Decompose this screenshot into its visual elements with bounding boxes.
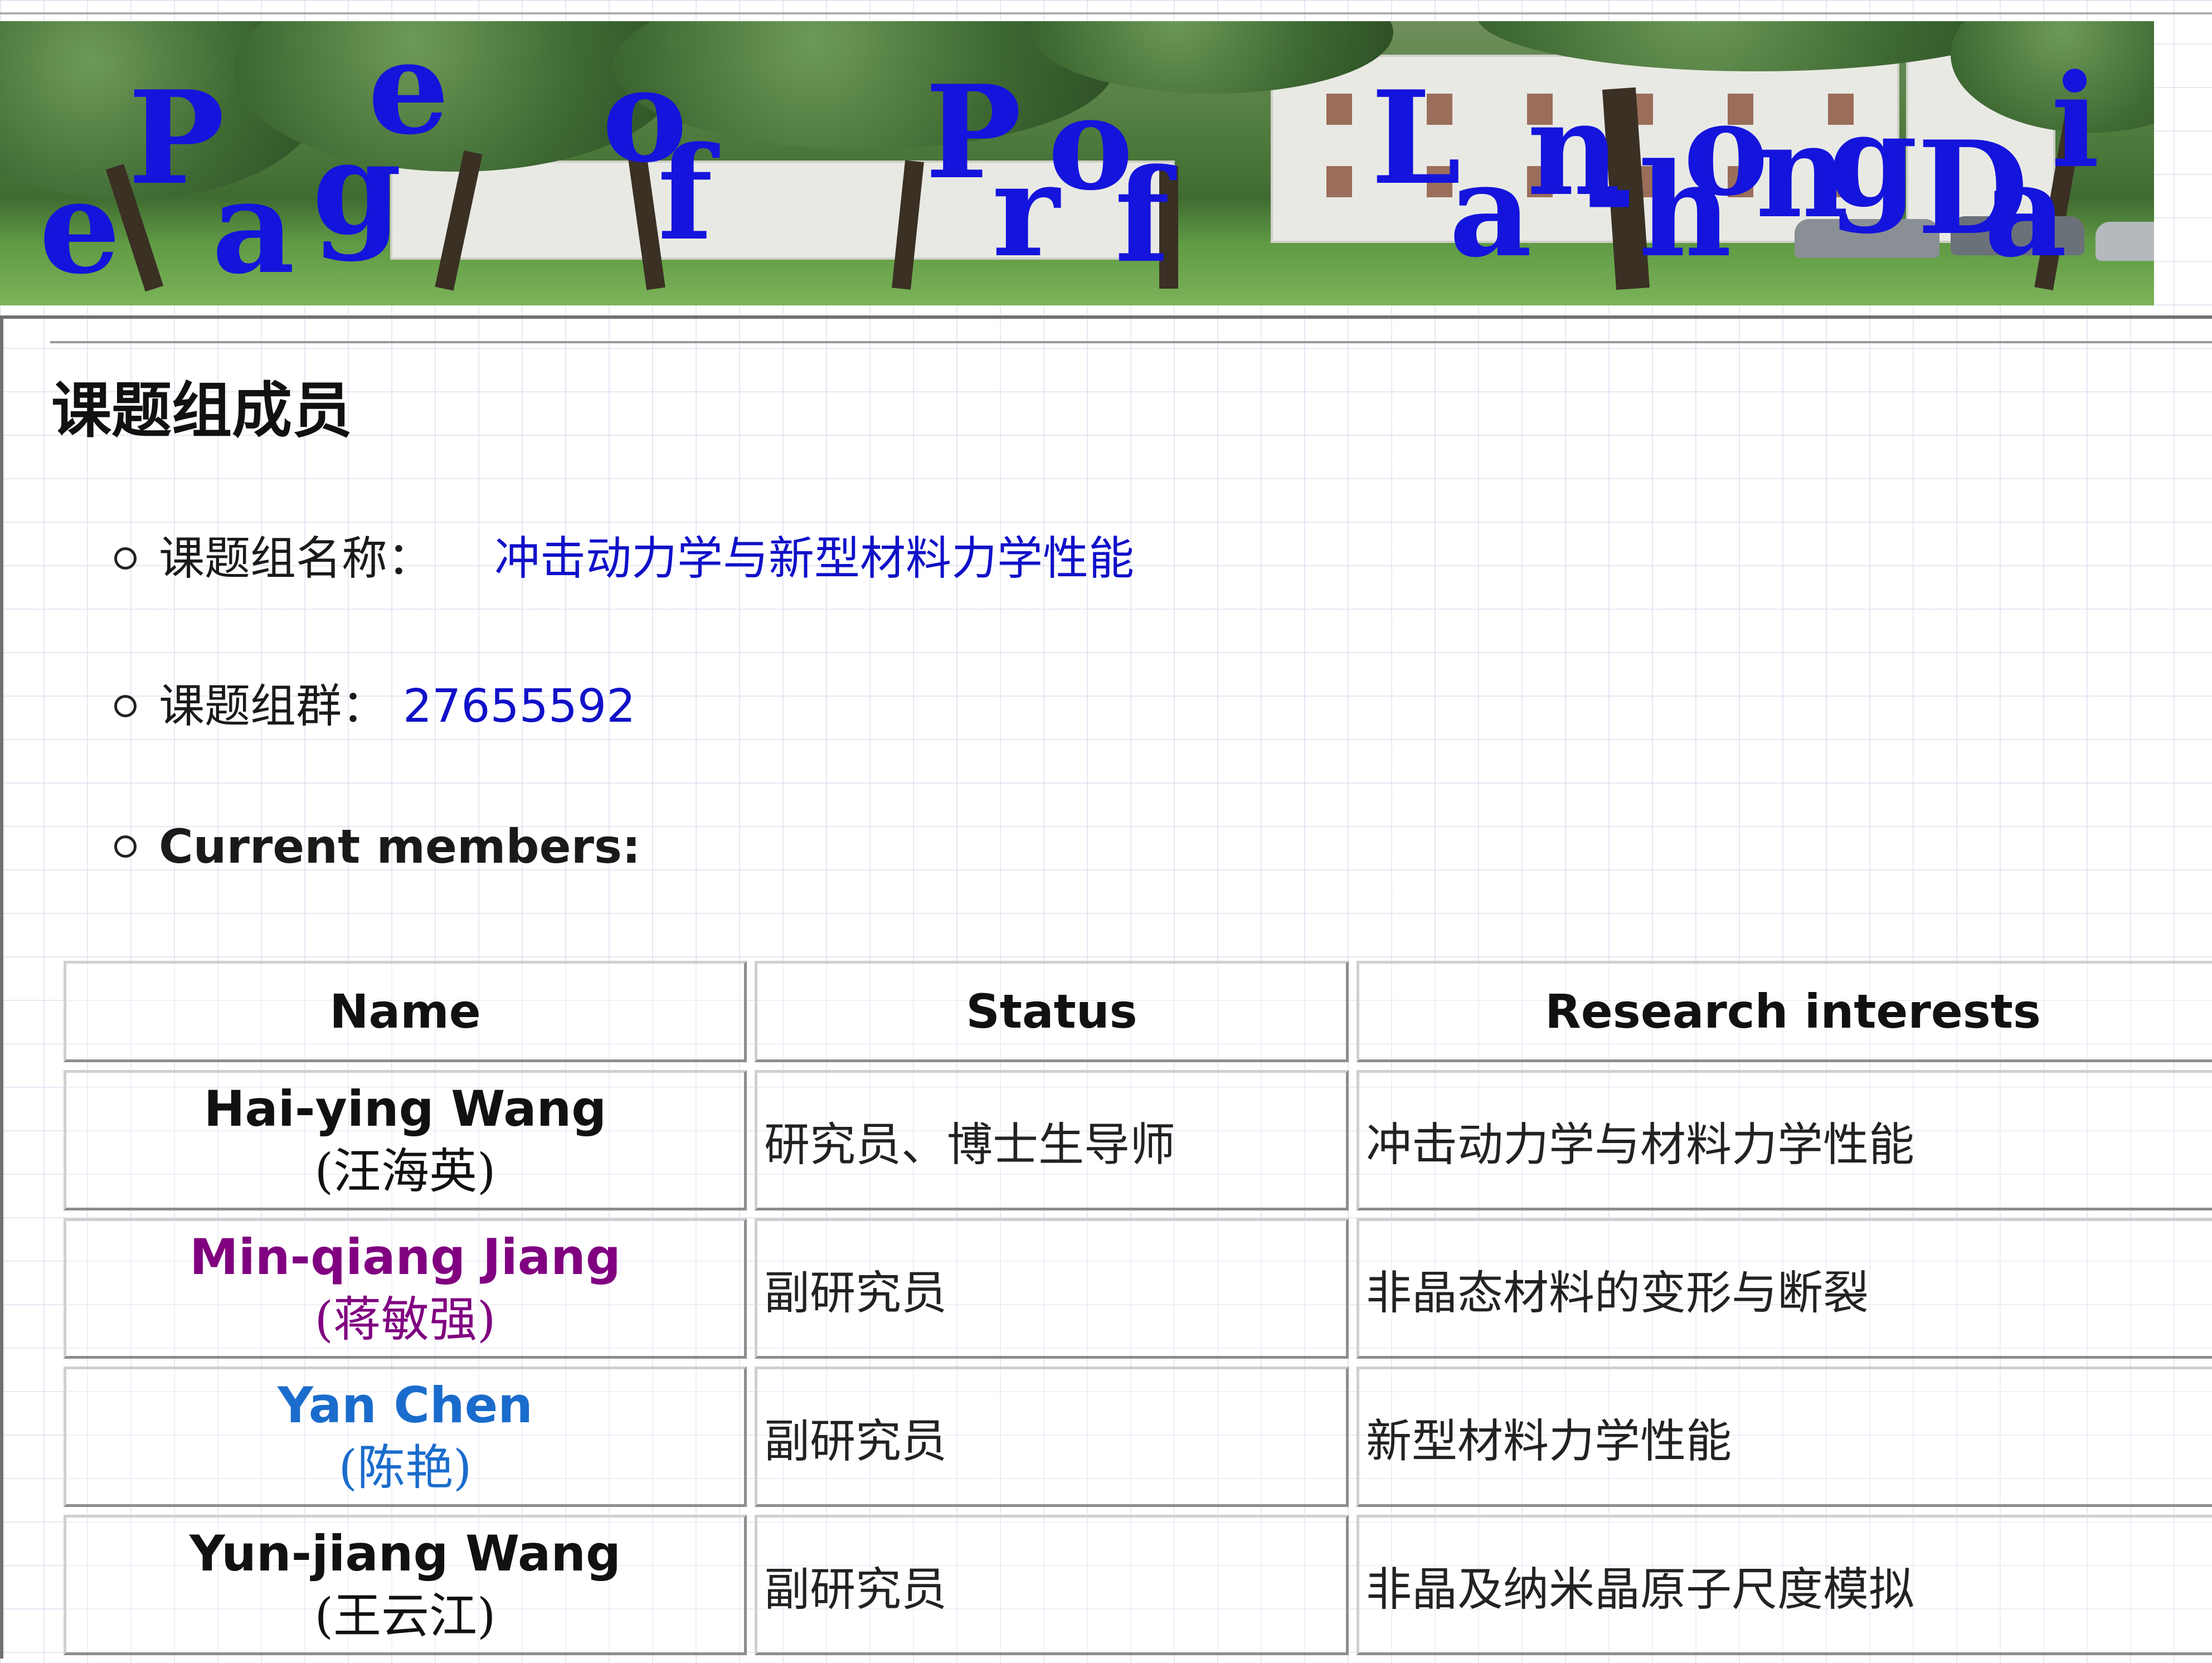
table-header-row: Name Status Research interests [64,961,2212,1062]
banner-title-letter: f [658,119,720,269]
member-research-interest: 冲击动力学与材料力学性能 [1357,1070,2212,1210]
banner-title-letter: e [368,21,449,163]
member-status: 副研究员 [755,1218,1349,1359]
group-chat-label: 课题组群： [159,680,388,733]
member-name-cn: (王云江) [314,1588,496,1644]
banner-title-letter: g [1828,85,1918,236]
group-chat-item: 课题组群： 27655592 [114,669,635,735]
banner-title: ePa ge of ProfLan-hong Dai [39,21,2099,303]
frame-border [0,315,3,1659]
top-rule [0,12,2212,14]
banner-title-letter: P [128,63,225,213]
page-title: 课题组成员 [51,376,353,446]
member-name-link[interactable]: Min-qiang Jiang [189,1228,621,1286]
content-divider [50,341,2212,343]
circle-bullet-icon [114,547,137,570]
circle-bullet-icon [114,835,137,858]
current-members-label: Current members: [159,819,641,874]
banner-title-letter: a [212,152,295,303]
group-name-item: 课题组名称： 冲击动力学与新型材料力学性能 [114,521,1134,587]
banner-title-letter: e [39,152,120,303]
group-name-label: 课题组名称： [159,532,434,585]
table-row: Min-qiang Jiang (蒋敏强) 副研究员 非晶态材料的变形与断裂 [64,1218,2212,1359]
column-header-research-interests: Research interests [1357,961,2212,1062]
member-name-cell: Yun-jiang Wang (王云江) [64,1515,747,1655]
member-status: 副研究员 [755,1367,1349,1507]
banner-title-letter: - [1583,113,1636,264]
table-row: Yan Chen (陈艳) 副研究员 新型材料力学性能 [64,1367,2212,1507]
group-name-value: 冲击动力学与新型材料力学性能 [494,532,1135,585]
member-name-en: Yun-jiang Wang [189,1525,621,1582]
table-row: Hai-ying Wang (汪海英) 研究员、博士生导师 冲击动力学与材料力学… [64,1070,2212,1210]
banner-title-letter: a [1449,135,1532,286]
member-name-cell[interactable]: Yan Chen (陈艳) [64,1367,747,1507]
frame-border [0,315,2212,319]
member-status: 副研究员 [755,1515,1349,1655]
current-members-item: Current members: [114,819,641,874]
member-name-cell[interactable]: Min-qiang Jiang (蒋敏强) [64,1218,747,1359]
member-name-cn[interactable]: (陈艳) [67,1437,743,1499]
banner-title-letter: L [1371,63,1461,213]
member-research-interest: 非晶及纳米晶原子尺度模拟 [1357,1515,2212,1655]
member-status: 研究员、博士生导师 [755,1070,1349,1210]
member-name-cn[interactable]: (蒋敏强) [67,1288,743,1351]
column-header-status: Status [755,961,1349,1062]
member-name-link[interactable]: Yan Chen [278,1377,533,1434]
banner-title-letter: i [2051,46,2099,197]
group-chat-number: 27655592 [403,680,636,733]
member-name-en: Hai-ying Wang [203,1080,607,1137]
member-name-cell: Hai-ying Wang (汪海英) [64,1070,747,1210]
members-table: Name Status Research interests Hai-ying … [56,953,2212,1663]
member-research-interest: 非晶态材料的变形与断裂 [1357,1218,2212,1359]
circle-bullet-icon [114,694,137,717]
banner-image: ePageofProfLan-hongDai [0,21,2154,305]
column-header-name: Name [64,961,747,1062]
banner-title-letter: f [1115,141,1177,291]
member-name-cn: (汪海英) [314,1144,496,1199]
table-row: Yun-jiang Wang (王云江) 副研究员 非晶及纳米晶原子尺度模拟 [64,1515,2212,1655]
member-research-interest: 新型材料力学性能 [1357,1367,2212,1507]
